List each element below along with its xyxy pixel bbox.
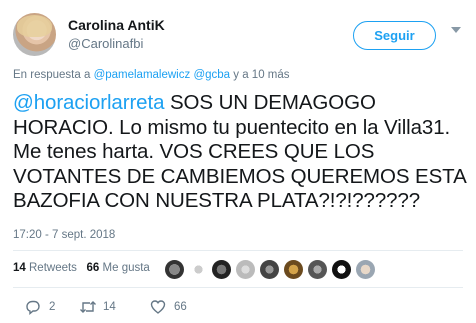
liker-avatar[interactable]	[260, 260, 279, 279]
reply-context: En respuesta a @pamelamalewicz @gcba y a…	[13, 69, 290, 81]
avatar[interactable]	[13, 13, 56, 56]
liker-avatar[interactable]	[308, 260, 327, 279]
liker-avatar[interactable]	[189, 260, 208, 279]
timestamp[interactable]: 17:20 - 7 sept. 2018	[13, 229, 115, 241]
liker-avatar[interactable]	[236, 260, 255, 279]
author-handle[interactable]: @Carolinafbi	[68, 36, 143, 51]
reply-suffix: y a 10 más	[230, 69, 290, 81]
retweets-stat[interactable]: 14 Retweets	[13, 262, 77, 274]
tweet-header: Carolina AntiK @Carolinafbi Seguir	[13, 13, 463, 61]
reply-icon	[26, 300, 40, 315]
likes-label: Me gusta	[99, 262, 150, 274]
liker-avatar[interactable]	[284, 260, 303, 279]
follow-button[interactable]: Seguir	[353, 21, 436, 50]
chevron-down-icon[interactable]	[451, 27, 461, 33]
retweets-count: 14	[13, 262, 26, 274]
mention-link[interactable]: @gcba	[193, 69, 230, 81]
tweet-stats: 14 Retweets 66 Me gusta	[13, 262, 150, 274]
divider	[13, 287, 463, 288]
likes-count: 66	[86, 262, 100, 274]
mention-link[interactable]: @pamelamalewicz	[94, 69, 191, 81]
divider	[13, 250, 463, 251]
reply-prefix: En respuesta a	[13, 69, 94, 81]
avatar-hair	[17, 15, 52, 37]
liker-avatar[interactable]	[332, 260, 351, 279]
liker-avatar[interactable]	[212, 260, 231, 279]
like-count: 66	[174, 301, 187, 313]
heart-icon	[150, 300, 166, 314]
liker-avatar[interactable]	[356, 260, 375, 279]
liker-avatar[interactable]	[165, 260, 184, 279]
retweets-label: Retweets	[25, 262, 77, 274]
retweet-count: 14	[103, 301, 116, 313]
retweet-icon	[80, 301, 96, 313]
tweet-actions: 2 14 66	[13, 299, 213, 315]
author-name[interactable]: Carolina AntiK	[68, 17, 165, 33]
mention-link[interactable]: @horaciorlarreta	[13, 91, 164, 114]
tweet-text: @horaciorlarreta SOS UN DEMAGOGO HORACIO…	[13, 91, 468, 214]
likes-stat[interactable]: 66 Me gusta	[87, 262, 150, 274]
reply-count: 2	[49, 301, 56, 313]
